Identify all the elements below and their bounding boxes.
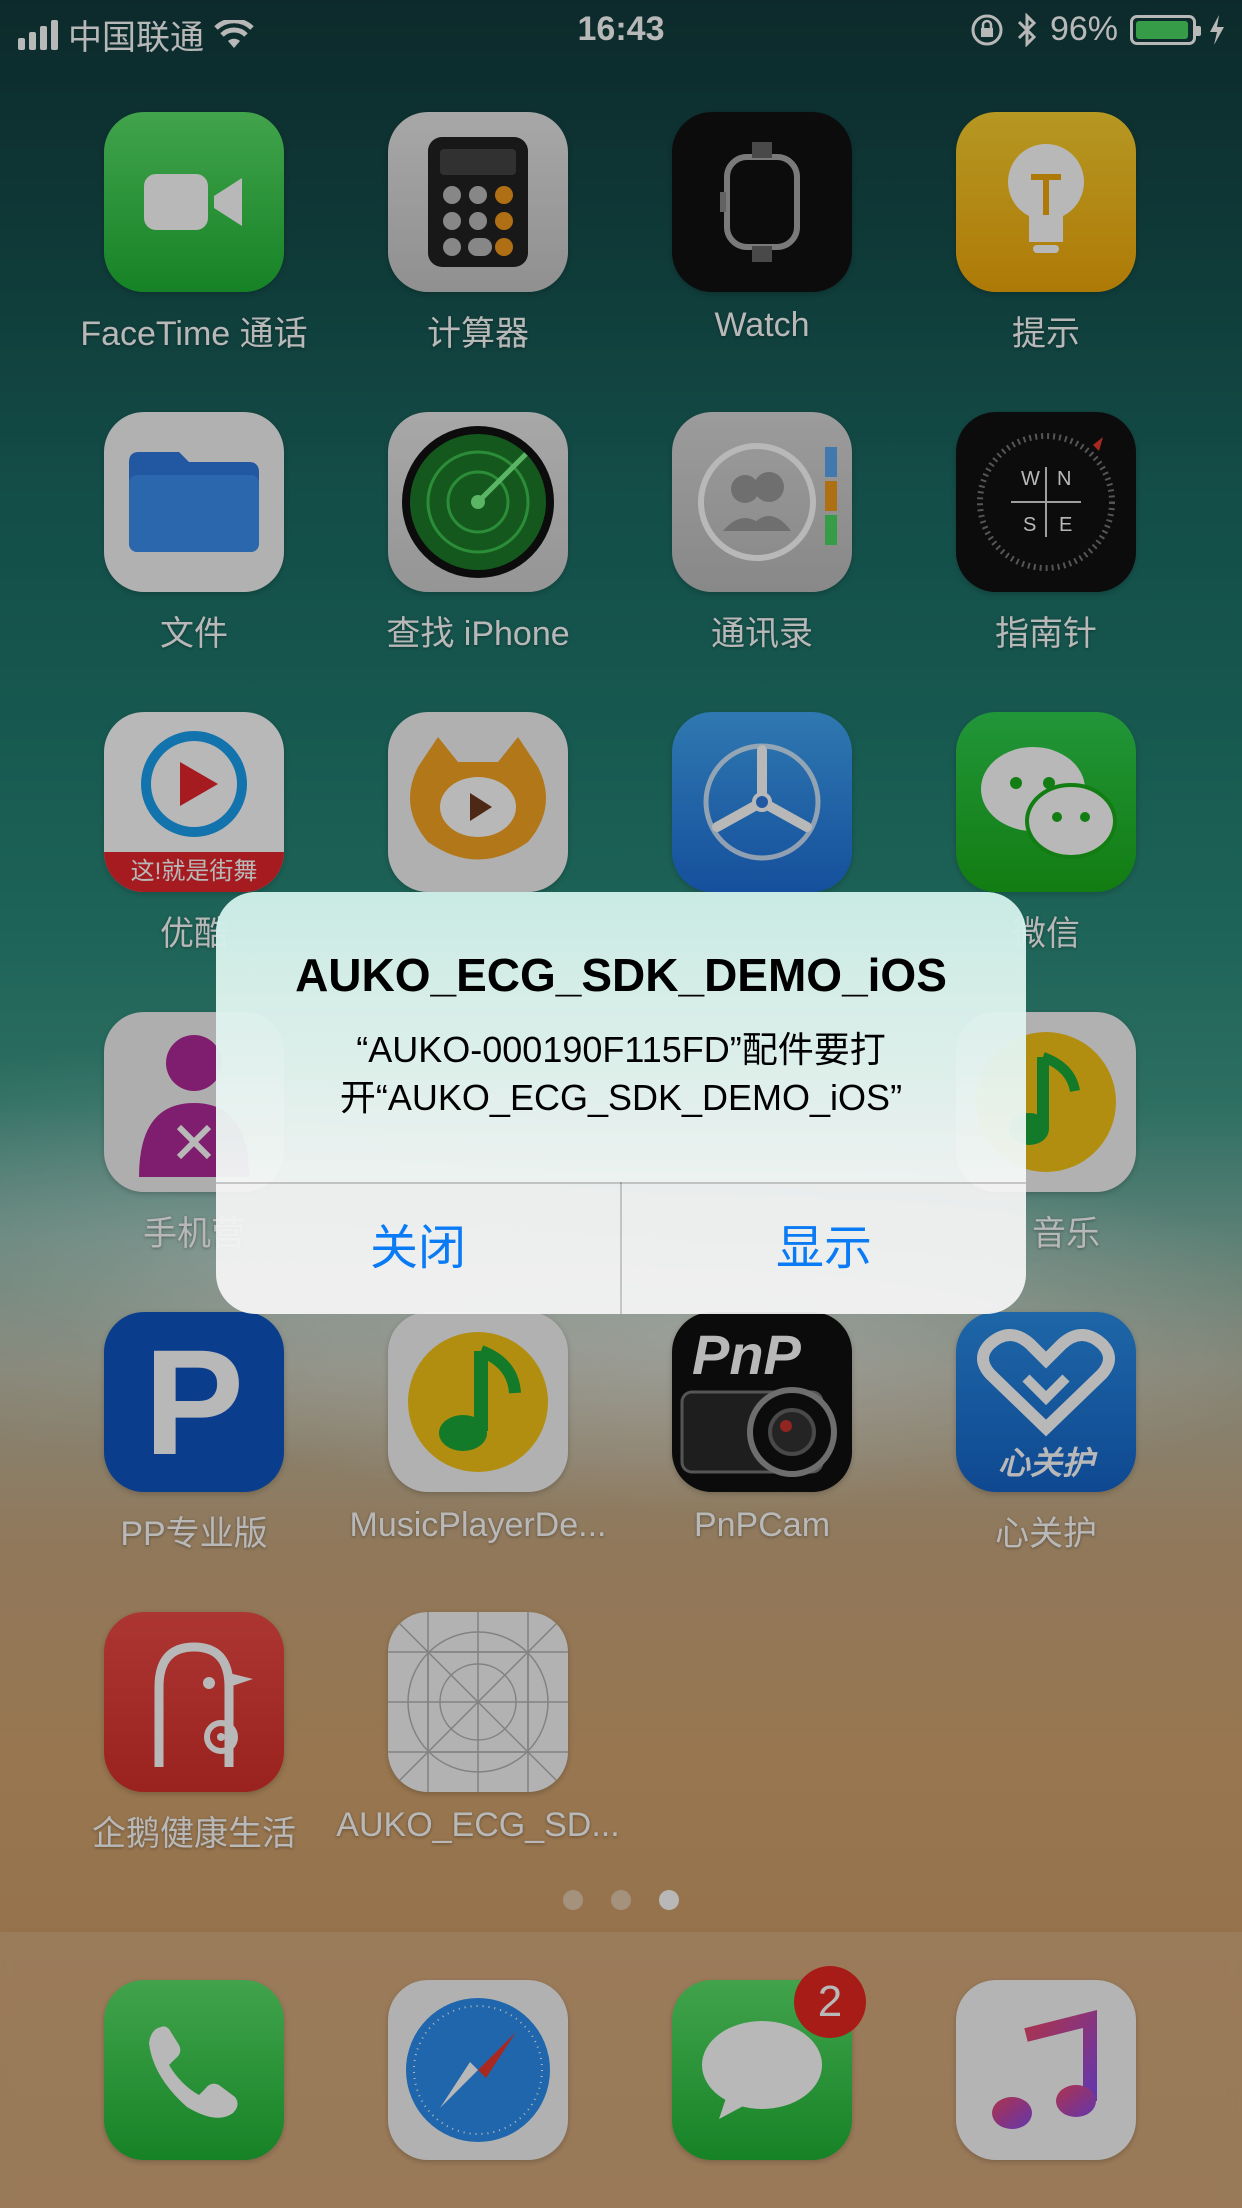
alert-message: “AUKO-000190F115FD”配件要打 开“AUKO_ECG_SDK_D… [276, 1026, 966, 1122]
alert-message-line1: “AUKO-000190F115FD”配件要打 [356, 1029, 886, 1070]
alert-message-line2: 开“AUKO_ECG_SDK_DEMO_iOS” [339, 1077, 903, 1118]
close-button[interactable]: 关闭 [216, 1184, 620, 1314]
alert-title: AUKO_ECG_SDK_DEMO_iOS [295, 949, 947, 1001]
accessory-alert: AUKO_ECG_SDK_DEMO_iOS “AUKO-000190F115FD… [216, 892, 1026, 1314]
show-button[interactable]: 显示 [622, 1184, 1026, 1314]
